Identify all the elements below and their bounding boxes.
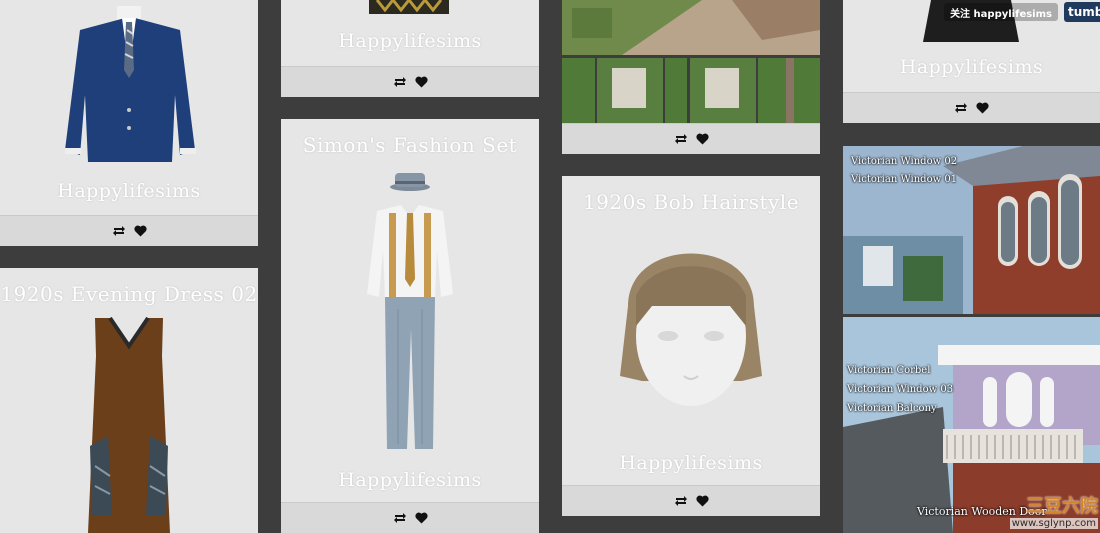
watermark-logo: 三豆六院: [1026, 496, 1098, 517]
post-actions: [281, 66, 539, 97]
dress-hem-illustration: [369, 0, 449, 14]
post-card-evening-dress: 1920s Evening Dress 02: [0, 268, 258, 533]
site-watermark: 三豆六院 www.sglynp.com: [1009, 492, 1098, 529]
reblog-icon[interactable]: [674, 133, 688, 145]
tumblr-logo[interactable]: tumb: [1064, 2, 1100, 22]
post-caption: Happylifesims: [619, 452, 763, 474]
heart-icon[interactable]: [133, 225, 147, 237]
post-actions: [562, 123, 820, 154]
watermark-url: www.sglynp.com: [1009, 518, 1098, 529]
post-card-blazer: Happylifesims: [0, 0, 258, 246]
post-card-house-lot: [562, 0, 820, 154]
post-actions: [843, 92, 1100, 123]
heart-icon[interactable]: [695, 133, 709, 145]
post-caption: Happylifesims: [338, 469, 482, 491]
reblog-icon[interactable]: [393, 512, 407, 524]
post-actions: [562, 485, 820, 516]
post-title: 1920s Evening Dress 02: [0, 282, 258, 306]
post-actions: [0, 215, 258, 246]
post-title: Simon's Fashion Set: [302, 133, 518, 157]
post-card-simons-fashion-set: Simon's Fashion Set Happylifesims: [281, 119, 539, 533]
lot-screenshots: [562, 0, 820, 124]
post-title: 1920s Bob Hairstyle: [582, 190, 800, 214]
fashion-set-image[interactable]: [281, 169, 539, 459]
bob-hairstyle-image[interactable]: [562, 226, 820, 446]
reblog-icon[interactable]: [393, 76, 407, 88]
reblog-icon[interactable]: [674, 495, 688, 507]
heart-icon[interactable]: [695, 495, 709, 507]
heart-icon[interactable]: [414, 512, 428, 524]
victorian-windows-image[interactable]: Victorian Window 02 Victorian Window 01: [843, 146, 1100, 314]
house-lot-image[interactable]: [562, 0, 820, 124]
label-window-03: Victorian Window 03: [847, 384, 954, 395]
top-image-2[interactable]: [281, 0, 539, 16]
evening-dress-image[interactable]: [0, 316, 258, 533]
dress-illustration: [88, 316, 170, 533]
post-card-victorian: Victorian Window 02 Victorian Window 01 …: [843, 146, 1100, 533]
post-card-top-2: Happylifesims: [281, 0, 539, 97]
label-balcony: Victorian Balcony: [847, 403, 937, 414]
post-card-bob-hairstyle: 1920s Bob Hairstyle Happylifesims: [562, 176, 820, 516]
follow-button[interactable]: 关注 happylifesims: [944, 3, 1058, 21]
post-caption: Happylifesims: [338, 30, 482, 52]
reblog-icon[interactable]: [112, 225, 126, 237]
windows-scene: [843, 146, 1100, 314]
label-window-02: Victorian Window 02: [851, 156, 958, 167]
blazer-image[interactable]: [0, 0, 258, 170]
hairstyle-illustration: [620, 253, 762, 406]
reblog-icon[interactable]: [954, 102, 968, 114]
heart-icon[interactable]: [414, 76, 428, 88]
label-window-01: Victorian Window 01: [851, 174, 958, 185]
blazer-illustration: [65, 6, 196, 162]
post-caption: Happylifesims: [57, 180, 201, 202]
heart-icon[interactable]: [976, 102, 989, 114]
outfit-illustration: [367, 173, 453, 449]
post-actions: [281, 502, 539, 533]
label-corbel: Victorian Corbel: [847, 365, 931, 376]
post-caption: Happylifesims: [899, 56, 1044, 78]
